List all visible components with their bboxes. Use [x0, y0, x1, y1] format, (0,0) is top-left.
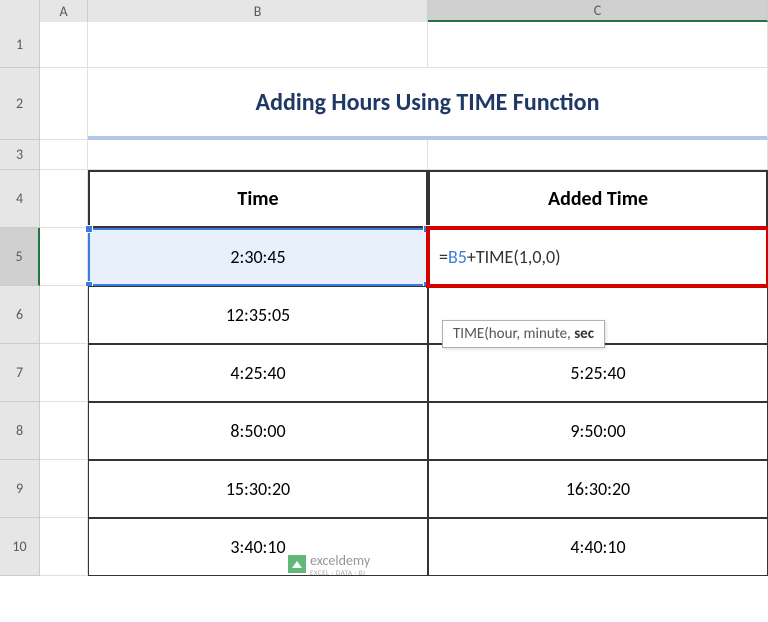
cell-C9[interactable]: 16:30:20 [428, 460, 768, 518]
cell-A8[interactable] [40, 402, 88, 460]
col-header-C[interactable]: C [428, 0, 768, 22]
tooltip-bold: sec [574, 325, 594, 343]
column-headers: A B C [0, 0, 768, 22]
cell-A6[interactable] [40, 286, 88, 344]
watermark-text-wrap: exceldemy EXCEL · DATA · BI [310, 552, 370, 576]
row-header-9[interactable]: 9 [0, 460, 40, 518]
row-4: 4 Time Added Time [0, 170, 768, 228]
cell-C7[interactable]: 5:25:40 [428, 344, 768, 402]
cell-A2[interactable] [40, 68, 88, 140]
cell-B3[interactable] [88, 140, 428, 170]
header-added[interactable]: Added Time [428, 170, 768, 228]
cell-B7[interactable]: 4:25:40 [88, 344, 428, 402]
row-7: 7 4:25:40 5:25:40 [0, 344, 768, 402]
cell-A3[interactable] [40, 140, 88, 170]
row-header-7[interactable]: 7 [0, 344, 40, 402]
row-header-5[interactable]: 5 [0, 228, 40, 286]
tooltip-text: TIME(hour, minute, [453, 325, 574, 343]
cell-C3[interactable] [428, 140, 768, 170]
cell-A4[interactable] [40, 170, 88, 228]
cell-A9[interactable] [40, 460, 88, 518]
cell-B8[interactable]: 8:50:00 [88, 402, 428, 460]
cell-C1[interactable] [428, 22, 768, 68]
cell-A1[interactable] [40, 22, 88, 68]
select-all-corner[interactable] [0, 0, 40, 22]
row-header-3[interactable]: 3 [0, 140, 40, 170]
row-header-4[interactable]: 4 [0, 170, 40, 228]
row-1: 1 [0, 22, 768, 68]
header-time[interactable]: Time [88, 170, 428, 228]
col-header-B[interactable]: B [88, 0, 428, 22]
row-6: 6 12:35:05 [0, 286, 768, 344]
row-10: 10 3:40:10 4:40:10 [0, 518, 768, 576]
cell-B5-value: 2:30:45 [230, 246, 285, 268]
handle-top-left[interactable] [85, 225, 93, 233]
cell-B9[interactable]: 15:30:20 [88, 460, 428, 518]
cell-B6[interactable]: 12:35:05 [88, 286, 428, 344]
watermark-tagline: EXCEL · DATA · BI [310, 569, 370, 576]
row-header-1[interactable]: 1 [0, 22, 40, 68]
cell-C10[interactable]: 4:40:10 [428, 518, 768, 576]
row-header-8[interactable]: 8 [0, 402, 40, 460]
col-header-A[interactable]: A [40, 0, 88, 22]
watermark-icon [288, 555, 306, 573]
cell-A7[interactable] [40, 344, 88, 402]
formula-prefix: = [439, 246, 448, 268]
spreadsheet-grid: A B C 1 2 Adding Hours Using TIME Functi… [0, 0, 768, 622]
row-3: 3 [0, 140, 768, 170]
cell-B5[interactable]: 2:30:45 [88, 228, 428, 286]
row-header-10[interactable]: 10 [0, 518, 40, 576]
title-cell[interactable]: Adding Hours Using TIME Function [88, 68, 768, 140]
formula-ref: B5 [448, 246, 467, 268]
cell-B1[interactable] [88, 22, 428, 68]
watermark: exceldemy EXCEL · DATA · BI [288, 552, 370, 576]
cell-C8[interactable]: 9:50:00 [428, 402, 768, 460]
formula-suffix: +TIME(1,0,0) [467, 246, 561, 268]
cell-B10[interactable]: 3:40:10 [88, 518, 428, 576]
row-header-6[interactable]: 6 [0, 286, 40, 344]
watermark-brand: exceldemy [310, 552, 370, 569]
cell-A5[interactable] [40, 228, 88, 286]
row-2: 2 Adding Hours Using TIME Function [0, 68, 768, 140]
cell-C5-formula[interactable]: =B5+TIME(1,0,0) [428, 228, 768, 286]
function-tooltip: TIME(hour, minute, sec [442, 320, 605, 348]
row-5: 5 2:30:45 =B5+TIME(1,0,0) [0, 228, 768, 286]
row-8: 8 8:50:00 9:50:00 [0, 402, 768, 460]
row-9: 9 15:30:20 16:30:20 [0, 460, 768, 518]
cell-A10[interactable] [40, 518, 88, 576]
row-header-2[interactable]: 2 [0, 68, 40, 140]
